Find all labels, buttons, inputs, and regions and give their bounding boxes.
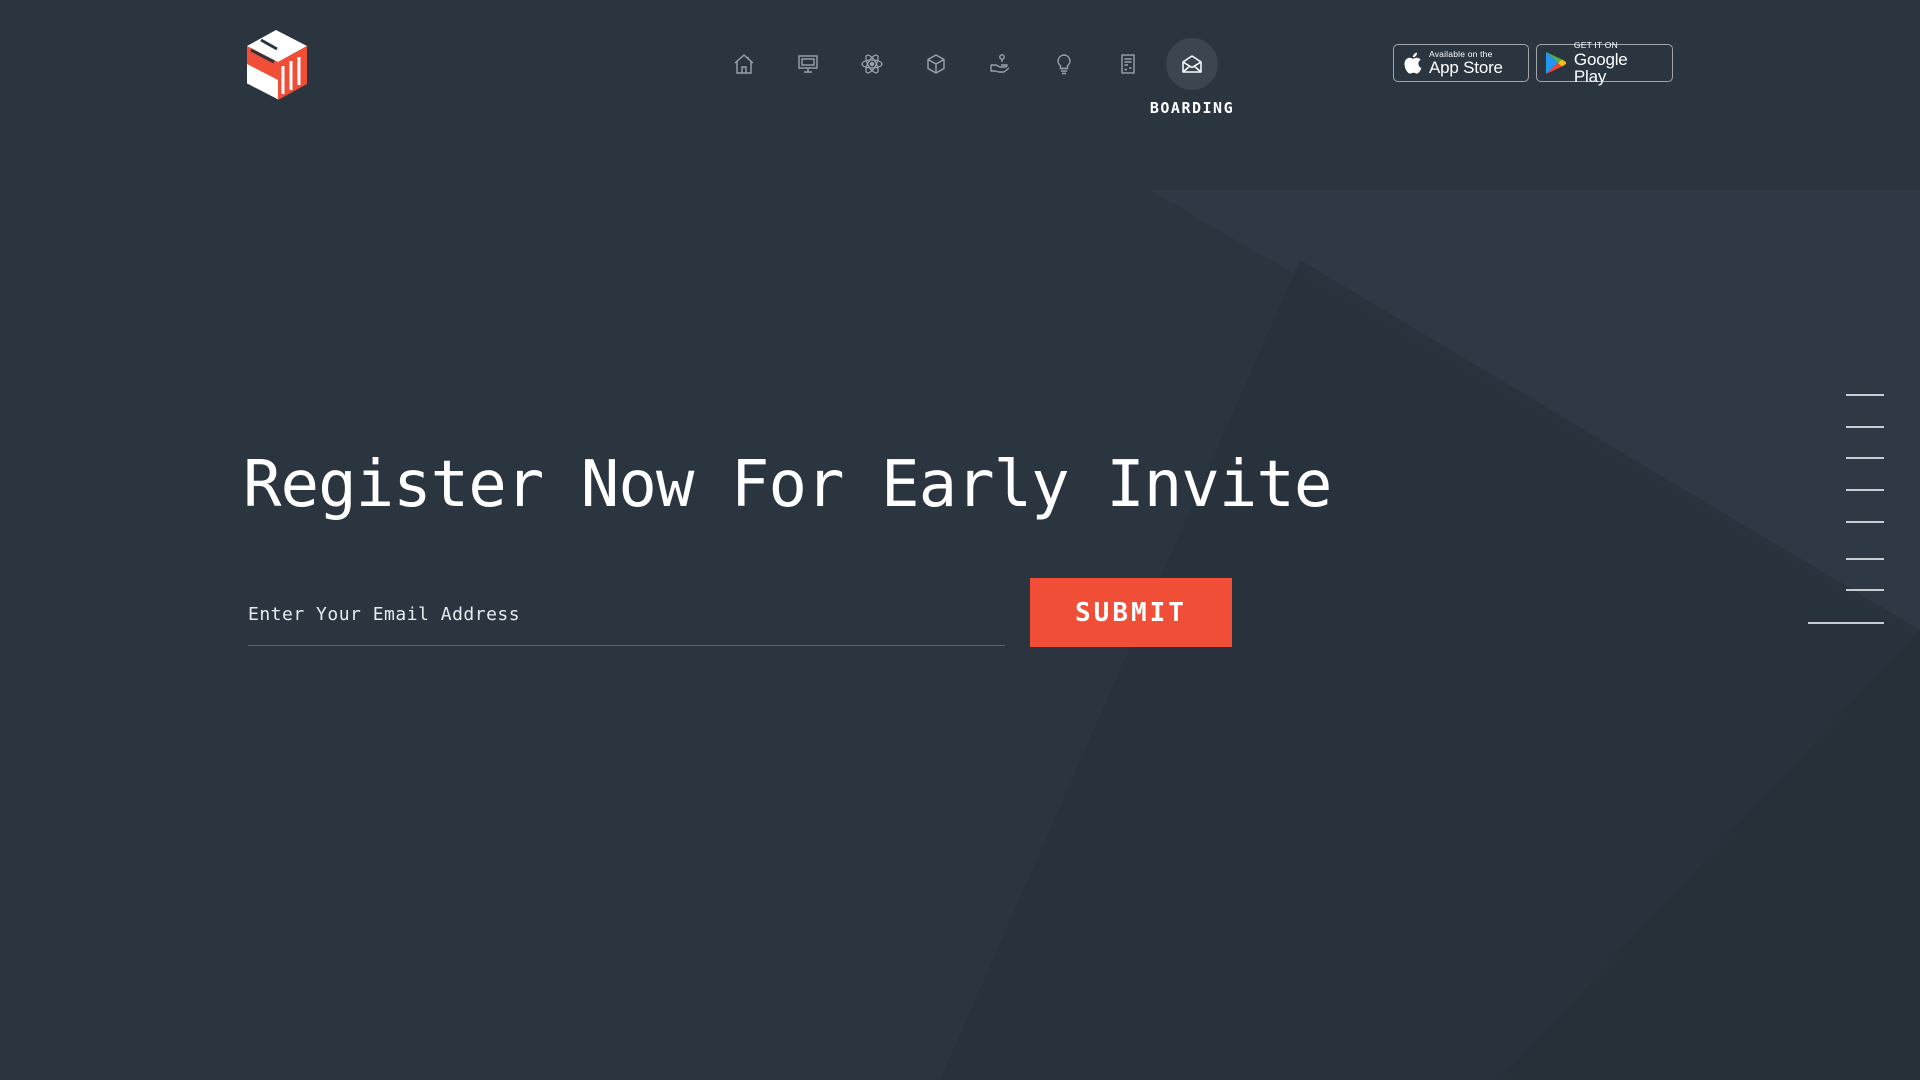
app-store-big-text: App Store <box>1429 58 1503 78</box>
google-play-small-text: GET IT ON <box>1573 40 1618 51</box>
google-play-icon <box>1545 52 1566 74</box>
nav-item-boarding[interactable]: BOARDING <box>1150 38 1233 117</box>
google-play-big-text: Google Play <box>1573 49 1628 86</box>
lightbulb-icon <box>1057 54 1071 75</box>
email-field[interactable] <box>248 584 1005 646</box>
section-indicator-line[interactable] <box>1846 426 1884 428</box>
nav-item-presentation[interactable] <box>782 38 834 90</box>
cube-icon <box>927 54 945 74</box>
nav-label-boarding: BOARDING <box>1149 99 1235 117</box>
google-play-button[interactable]: GET IT ON Google Play <box>1536 40 1673 86</box>
section-indicator-line[interactable] <box>1846 394 1884 396</box>
main-nav: BOARDING <box>718 38 1233 117</box>
submit-button[interactable]: SUBMIT <box>1030 578 1232 647</box>
nav-item-home[interactable] <box>718 38 770 90</box>
cube-logo-icon[interactable] <box>243 28 313 102</box>
page: BOARDING Available on the App Store GET … <box>0 0 1920 1080</box>
section-indicator-line[interactable] <box>1846 589 1884 591</box>
nav-item-hand[interactable] <box>974 38 1026 90</box>
atom-icon <box>861 54 883 74</box>
section-indicator-line[interactable] <box>1846 558 1884 560</box>
home-icon <box>734 54 754 74</box>
section-indicator-line-active[interactable] <box>1808 622 1884 624</box>
store-badges: Available on the App Store GET IT ON Goo… <box>1393 40 1673 86</box>
section-indicator <box>1806 394 1886 626</box>
background-shapes <box>940 190 1920 1080</box>
presentation-board-icon <box>798 55 818 73</box>
hand-coin-icon <box>990 54 1010 73</box>
nav-item-document[interactable] <box>1102 38 1154 90</box>
app-store-button[interactable]: Available on the App Store <box>1393 44 1529 82</box>
nav-item-idea[interactable] <box>1038 38 1090 90</box>
section-indicator-line[interactable] <box>1846 489 1884 491</box>
app-store-small-text: Available on the <box>1429 48 1493 59</box>
nav-item-cube[interactable] <box>910 38 962 90</box>
section-indicator-line[interactable] <box>1846 521 1884 523</box>
document-icon <box>1121 54 1135 74</box>
nav-item-atom[interactable] <box>846 38 898 90</box>
apple-icon <box>1404 52 1422 74</box>
envelope-icon <box>1182 55 1202 73</box>
page-title: Register Now For Early Invite <box>243 448 1332 522</box>
section-indicator-line[interactable] <box>1846 457 1884 459</box>
